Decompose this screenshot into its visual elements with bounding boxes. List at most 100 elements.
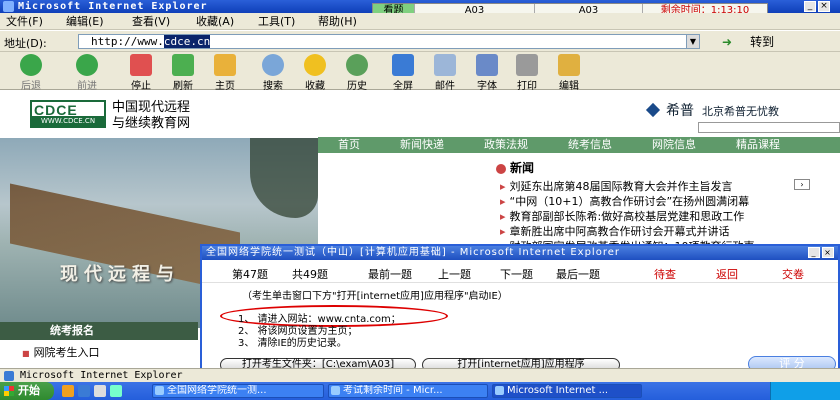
partner-banner[interactable]: 希普 北京希普无忧教 (645, 100, 779, 120)
menu-bar: 文件(F) 编辑(E) 查看(V) 收藏(A) 工具(T) 帮助(H) (0, 13, 840, 30)
menu-view[interactable]: 查看(V) (132, 15, 170, 28)
edit-button[interactable]: 编辑 (550, 53, 588, 92)
ie-status-bar: Microsoft Internet Explorer (0, 368, 840, 382)
last-question-button[interactable]: 最后一题 (556, 268, 600, 281)
news-more-icon[interactable]: › (794, 179, 810, 190)
minimize-icon[interactable]: _ (808, 247, 820, 258)
cdce-logo[interactable]: CDCE WWW.CDCE.CN (30, 100, 106, 128)
student-portal-link[interactable]: 网院考生入口 (22, 344, 100, 360)
news-item[interactable]: “中网（10+1）高教合作研讨会”在扬州圆满闭幕 (500, 193, 750, 209)
home-button[interactable]: 主页 (206, 53, 244, 92)
close-icon[interactable]: × (822, 247, 834, 258)
menu-edit[interactable]: 编辑(E) (66, 15, 104, 28)
logo-url: WWW.CDCE.CN (32, 116, 104, 126)
font-button[interactable]: 字体 (468, 53, 506, 92)
start-button[interactable]: 开始 (0, 382, 54, 400)
taskbar-item-label: 考试剩余时间 - Micr... (343, 385, 443, 396)
forward-button[interactable]: 前进 (68, 53, 106, 92)
taskbar-item[interactable]: 全国网络学院统一测... (152, 384, 324, 398)
quicklaunch-desktop-icon[interactable] (94, 385, 106, 397)
first-question-button[interactable]: 最前一题 (368, 268, 412, 281)
search-button[interactable]: 搜索 (254, 53, 292, 92)
quicklaunch-ie-icon[interactable] (78, 385, 90, 397)
registration-heading: 统考报名 (0, 322, 198, 340)
return-button[interactable]: 返回 (716, 268, 738, 281)
site-name: 中国现代远程 与继续教育网 (112, 100, 190, 132)
site-name-line2: 与继续教育网 (112, 116, 191, 131)
prev-question-button[interactable]: 上一题 (438, 268, 471, 281)
site-search-input[interactable] (698, 122, 840, 133)
address-prefix: http://www. (91, 35, 164, 48)
site-nav: 首页 新闻快递 政策法规 统考信息 网院信息 精品课程 (318, 137, 840, 153)
address-input[interactable]: http://www.cdce.cn (78, 34, 700, 49)
address-dropdown-icon[interactable]: ▼ (686, 34, 700, 49)
back-arrow-icon (20, 54, 42, 76)
next-question-button[interactable]: 下一题 (500, 268, 533, 281)
menu-help[interactable]: 帮助(H) (318, 15, 357, 28)
ie-toolbar: 后退 前进 停止 刷新 主页 搜索 收藏 历史 全屏 邮件 字体 打印 编辑 (0, 52, 840, 92)
status-text: Microsoft Internet Explorer (20, 370, 183, 381)
news-item[interactable]: 教育部副部长陈希:做好高校基层党建和思政工作 (500, 208, 745, 224)
taskbar-item[interactable]: Microsoft Internet ... (492, 384, 642, 398)
nav-item[interactable]: 政策法规 (484, 138, 528, 152)
taskbar: 开始 全国网络学院统一测... 考试剩余时间 - Micr... Microso… (0, 382, 840, 400)
news-title: 新闻 (510, 161, 535, 175)
nav-item[interactable]: 统考信息 (568, 138, 612, 152)
back-button[interactable]: 后退 (12, 53, 50, 92)
news-item[interactable]: 刘延东出席第48届国际教育大会并作主旨发言 (500, 178, 733, 194)
fullscreen-button[interactable]: 全屏 (384, 53, 422, 92)
partner-logo-icon (645, 102, 661, 118)
minimize-icon[interactable]: _ (804, 1, 816, 12)
printer-icon (516, 54, 538, 76)
refresh-button[interactable]: 刷新 (164, 53, 202, 92)
question-total: 共49题 (292, 268, 328, 281)
news-item[interactable]: 章新胜出席中阿高教合作研讨会开幕式并讲话 (500, 223, 730, 239)
address-selected-text: cdce.cn (163, 35, 211, 48)
taskbar-item[interactable]: 考试剩余时间 - Micr... (328, 384, 488, 398)
nav-item[interactable]: 新闻快递 (400, 138, 444, 152)
exam-dialog-toolbar: 第47题 共49题 最前一题 上一题 下一题 最后一题 待查 返回 交卷 (202, 266, 838, 283)
start-label: 开始 (18, 384, 40, 397)
partner-sub: 北京希普无忧教 (702, 105, 779, 118)
search-icon (262, 54, 284, 76)
quicklaunch-app-icon[interactable] (110, 385, 122, 397)
menu-file[interactable]: 文件(F) (6, 15, 43, 28)
ie-task-icon (331, 386, 340, 395)
site-name-line1: 中国现代远程 (112, 100, 191, 115)
stop-button[interactable]: 停止 (122, 53, 160, 92)
home-icon (214, 54, 236, 76)
refresh-icon (172, 54, 194, 76)
partner-name: 希普 (666, 103, 694, 119)
nav-item[interactable]: 网院信息 (652, 138, 696, 152)
menu-tools[interactable]: 工具(T) (258, 15, 295, 28)
fullscreen-icon (392, 54, 414, 76)
favorites-button[interactable]: 收藏 (296, 53, 334, 92)
exam-dialog-title-bar: 全国网络学院统一测试（中山）[计算机应用基础] - Microsoft Inte… (202, 246, 838, 260)
exam-instruction: （考生单击窗口下方"打开[internet应用]应用程序"启动IE） (242, 291, 508, 302)
mail-button[interactable]: 邮件 (426, 53, 464, 92)
nav-item[interactable]: 精品课程 (736, 138, 780, 152)
stop-icon (130, 54, 152, 76)
history-icon (346, 54, 368, 76)
go-label: 转到 (750, 35, 775, 49)
quicklaunch-explorer-icon[interactable] (62, 385, 74, 397)
flag-question-button[interactable]: 待查 (654, 268, 676, 281)
nav-item[interactable]: 首页 (338, 138, 360, 152)
address-label: 地址(D): (4, 37, 47, 50)
forward-arrow-icon (76, 54, 98, 76)
submit-exam-button[interactable]: 交卷 (782, 268, 804, 281)
edit-icon (558, 54, 580, 76)
menu-favorites[interactable]: 收藏(A) (196, 15, 234, 28)
star-icon (304, 54, 326, 76)
taskbar-item-label: Microsoft Internet ... (507, 385, 609, 396)
question-number: 第47题 (232, 268, 268, 281)
ie-task-icon (155, 386, 164, 395)
font-icon (476, 54, 498, 76)
history-button[interactable]: 历史 (338, 53, 376, 92)
exam-step: 3、 清除IE的历史记录。 (238, 338, 347, 349)
print-button[interactable]: 打印 (508, 53, 546, 92)
news-heading: 新闻 (496, 159, 534, 176)
close-icon[interactable]: × (818, 1, 830, 12)
go-button[interactable]: ➜ 转到 (722, 33, 774, 50)
ie-page-icon (4, 371, 14, 381)
